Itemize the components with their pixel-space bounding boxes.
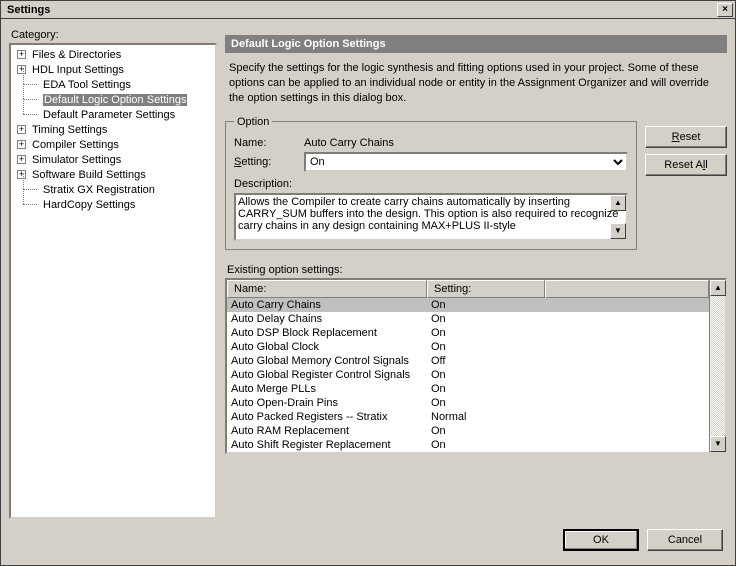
table-row[interactable]: Auto Delay ChainsOn — [227, 312, 709, 326]
cell-name: Auto DSP Block Replacement — [227, 327, 427, 339]
cell-setting: On — [427, 383, 545, 395]
cell-setting: On — [427, 341, 545, 353]
cell-name: Auto Carry Chains — [227, 299, 427, 311]
cell-setting: Off — [427, 355, 545, 367]
scroll-down-icon[interactable]: ▼ — [710, 436, 726, 452]
cell-setting: On — [427, 439, 545, 451]
cell-setting: On — [427, 425, 545, 437]
scroll-up-icon[interactable]: ▲ — [710, 280, 726, 296]
tree-item[interactable]: + Compiler Settings — [13, 137, 213, 152]
expander-icon[interactable]: + — [17, 170, 26, 179]
option-description-label: Description: — [234, 178, 292, 190]
cell-name: Auto Packed Registers -- Stratix — [227, 411, 427, 423]
category-label: Category: — [11, 29, 217, 41]
cell-name: Auto Merge PLLs — [227, 383, 427, 395]
cell-setting: On — [427, 397, 545, 409]
grid-header: Name: Setting: — [227, 280, 709, 298]
table-row[interactable]: Auto DSP Block ReplacementOn — [227, 326, 709, 340]
table-row[interactable]: Auto Global ClockOn — [227, 340, 709, 354]
existing-grid[interactable]: Name: Setting: Auto Carry ChainsOnAuto D… — [225, 278, 727, 454]
expander-icon[interactable]: + — [17, 50, 26, 59]
tree-item[interactable]: Stratix GX Registration — [13, 182, 213, 197]
tree-item-label: Files & Directories — [32, 49, 121, 61]
cell-name: Auto RAM Replacement — [227, 425, 427, 437]
cell-setting: Normal — [427, 411, 545, 423]
tree-item-label: Software Build Settings — [32, 169, 146, 181]
cell-setting: On — [427, 369, 545, 381]
desc-scroll-down[interactable]: ▼ — [610, 223, 626, 239]
title-bar: Settings × — [1, 1, 735, 19]
cell-name: Auto Global Memory Control Signals — [227, 355, 427, 367]
col-header-setting[interactable]: Setting: — [427, 280, 545, 298]
close-button[interactable]: × — [717, 3, 733, 17]
expander-icon[interactable]: + — [17, 65, 26, 74]
dialog-footer: OK Cancel — [1, 523, 735, 551]
tree-item[interactable]: Default Parameter Settings — [13, 107, 213, 122]
category-tree[interactable]: + Files & Directories + HDL Input Settings E… — [9, 43, 217, 519]
tree-item[interactable]: HardCopy Settings — [13, 197, 213, 212]
option-setting-select[interactable]: On — [304, 152, 628, 172]
cell-name: Auto Shift Register Replacement — [227, 439, 427, 451]
table-row[interactable]: Auto Global Register Control SignalsOn — [227, 368, 709, 382]
option-group: Option Name: Auto Carry Chains Setting: … — [225, 116, 637, 250]
option-description-text: Allows the Compiler to create carry chai… — [238, 196, 618, 232]
tree-item-label: Compiler Settings — [32, 139, 119, 151]
table-row[interactable]: Auto Global Memory Control SignalsOff — [227, 354, 709, 368]
table-row[interactable]: Auto RAM ReplacementOn — [227, 424, 709, 438]
tree-item[interactable]: + Files & Directories — [13, 47, 213, 62]
table-row[interactable]: Auto Packed Registers -- StratixNormal — [227, 410, 709, 424]
existing-label: Existing option settings: — [227, 264, 727, 276]
option-legend: Option — [234, 116, 272, 128]
tree-item-label: Default Parameter Settings — [43, 109, 175, 121]
panel-title: Default Logic Option Settings — [225, 35, 727, 53]
tree-item[interactable]: EDA Tool Settings — [13, 77, 213, 92]
cell-setting: On — [427, 327, 545, 339]
tree-item-label: Stratix GX Registration — [43, 184, 155, 196]
tree-item-label: Timing Settings — [32, 124, 107, 136]
col-header-name[interactable]: Name: — [227, 280, 427, 298]
desc-scroll-up[interactable]: ▲ — [610, 195, 626, 211]
tree-item-label: HardCopy Settings — [43, 199, 135, 211]
cell-name: Auto Global Clock — [227, 341, 427, 353]
grid-scrollbar[interactable]: ▲ ▼ — [709, 280, 725, 452]
option-setting-label: Setting: — [234, 156, 304, 168]
col-header-spacer — [545, 280, 709, 298]
tree-item[interactable]: + HDL Input Settings — [13, 62, 213, 77]
table-row[interactable]: Auto Carry ChainsOn — [227, 298, 709, 312]
cell-name: Auto Global Register Control Signals — [227, 369, 427, 381]
expander-icon[interactable]: + — [17, 125, 26, 134]
option-description-box: Allows the Compiler to create carry chai… — [234, 193, 628, 241]
cell-name: Auto Delay Chains — [227, 313, 427, 325]
cell-setting: On — [427, 313, 545, 325]
reset-all-button[interactable]: Reset All — [645, 154, 727, 176]
option-name-value: Auto Carry Chains — [304, 137, 394, 149]
ok-button[interactable]: OK — [563, 529, 639, 551]
tree-item-label: Default Logic Option Settings — [43, 94, 187, 106]
table-row[interactable]: Auto Merge PLLsOn — [227, 382, 709, 396]
tree-item-label: EDA Tool Settings — [43, 79, 131, 91]
tree-item[interactable]: + Timing Settings — [13, 122, 213, 137]
tree-item[interactable]: Default Logic Option Settings — [13, 92, 213, 107]
reset-button[interactable]: Reset — [645, 126, 727, 148]
option-name-label: Name: — [234, 137, 304, 149]
expander-icon[interactable]: + — [17, 140, 26, 149]
tree-item[interactable]: + Simulator Settings — [13, 152, 213, 167]
panel-description: Specify the settings for the logic synth… — [229, 61, 723, 106]
tree-item-label: Simulator Settings — [32, 154, 121, 166]
window-title: Settings — [5, 4, 717, 16]
table-row[interactable]: Auto Open-Drain PinsOn — [227, 396, 709, 410]
expander-icon[interactable]: + — [17, 155, 26, 164]
tree-item[interactable]: + Software Build Settings — [13, 167, 213, 182]
table-row[interactable]: Auto Shift Register ReplacementOn — [227, 438, 709, 452]
tree-item-label: HDL Input Settings — [32, 64, 124, 76]
cancel-button[interactable]: Cancel — [647, 529, 723, 551]
cell-name: Auto Open-Drain Pins — [227, 397, 427, 409]
cell-setting: On — [427, 299, 545, 311]
